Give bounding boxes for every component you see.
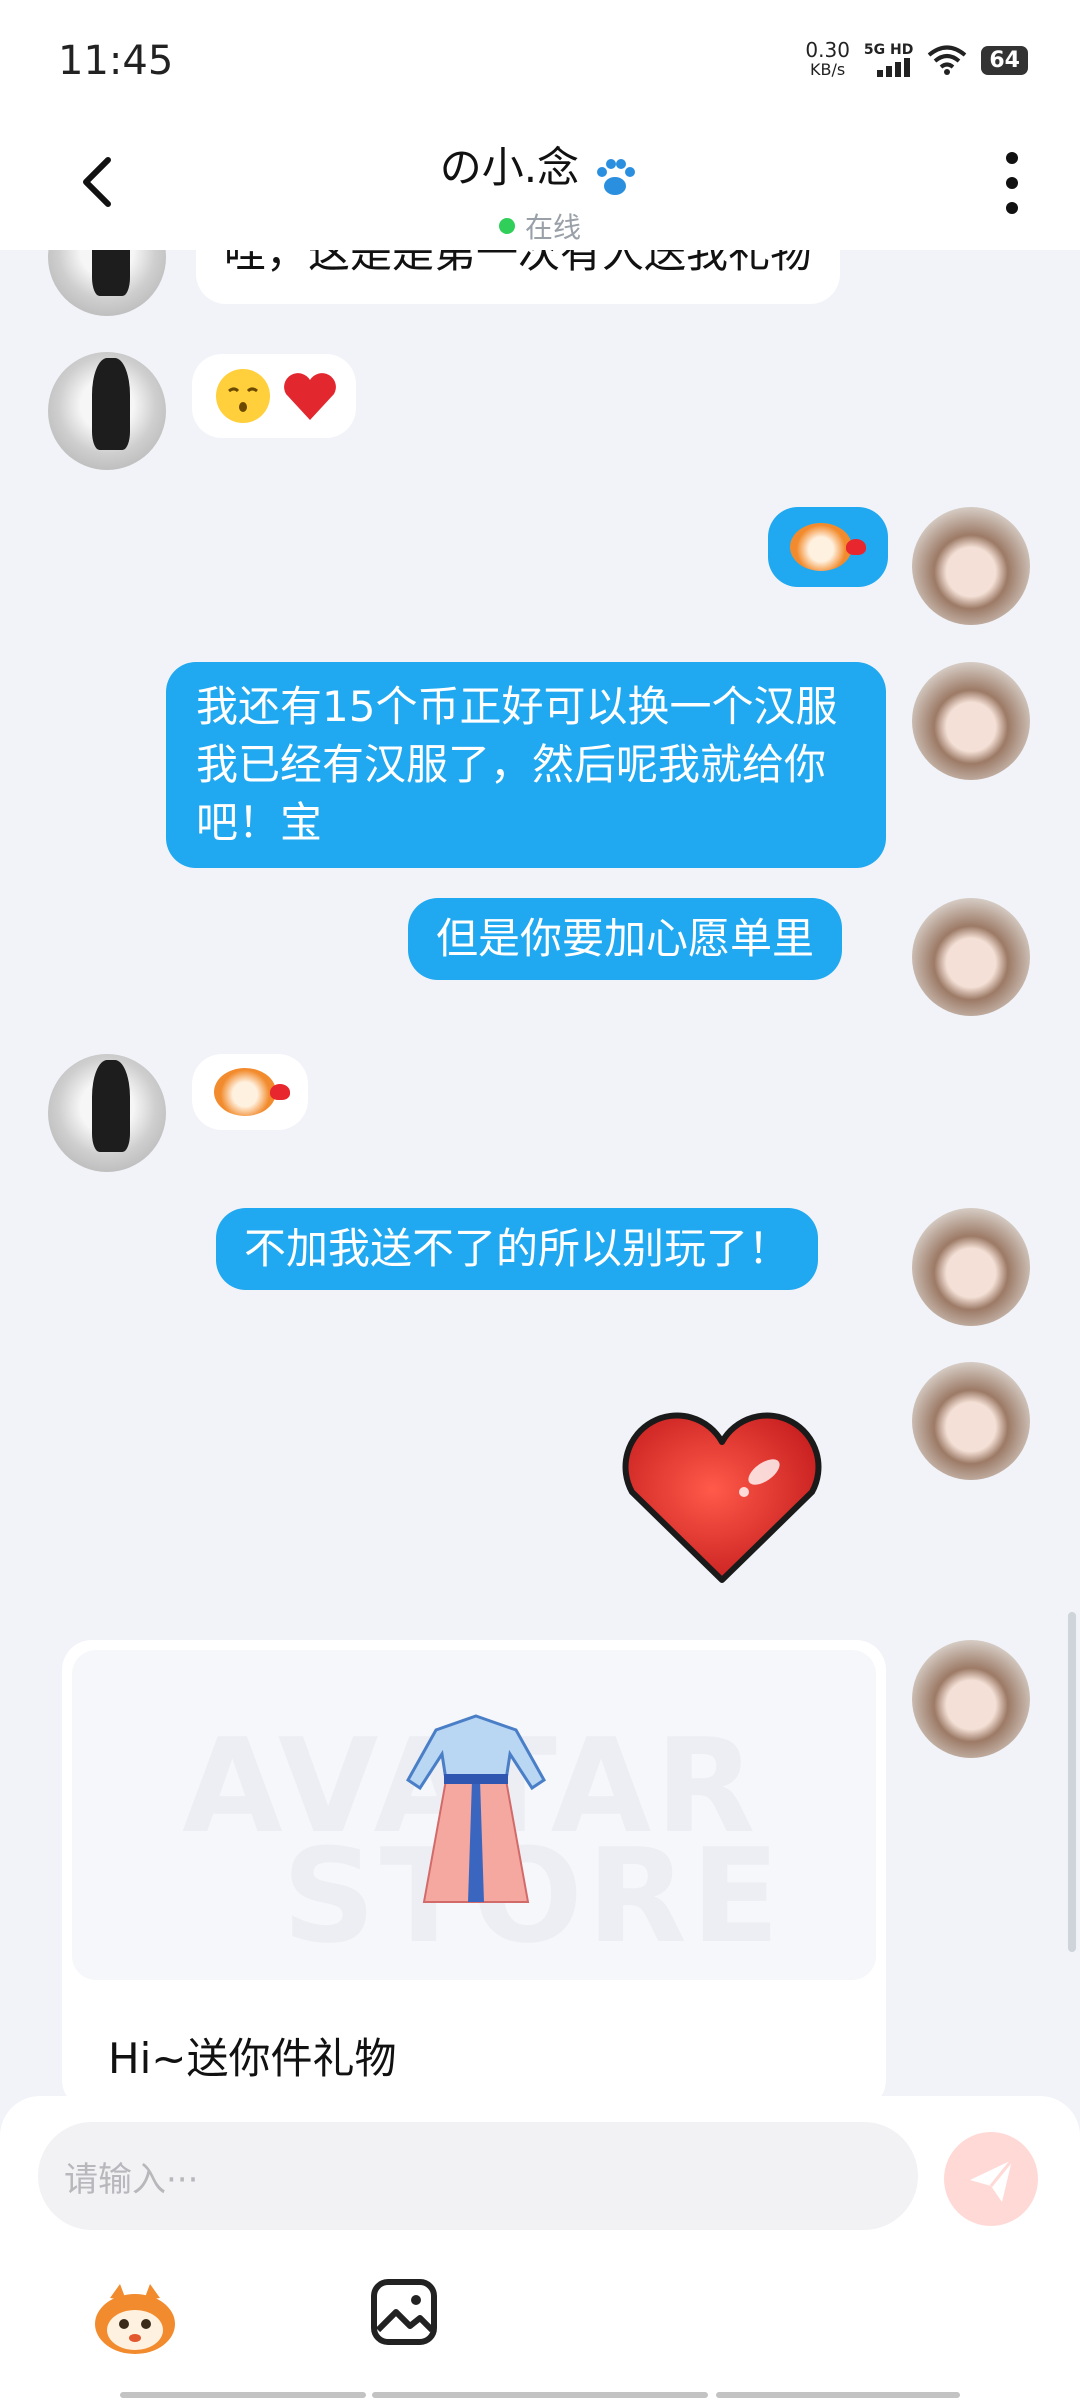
red-heart-emoji xyxy=(284,373,336,420)
message-bubble-sent[interactable] xyxy=(768,507,888,587)
presence-status: 在线 xyxy=(0,206,1080,246)
my-avatar[interactable] xyxy=(912,1208,1030,1326)
status-bar: 11:45 0.30 KB/s 5G HD 64 xyxy=(0,0,1080,120)
my-avatar[interactable] xyxy=(912,898,1030,1016)
status-icons: 0.30 KB/s 5G HD 64 xyxy=(805,40,1028,80)
my-avatar[interactable] xyxy=(912,507,1030,625)
my-avatar[interactable] xyxy=(912,662,1030,780)
contact-name: の小.念 xyxy=(439,143,580,192)
battery-icon: 64 xyxy=(981,45,1028,75)
network-type: 5G HD xyxy=(863,42,914,58)
message-text: 我还有15个币正好可以换一个汉服我已经有汉服了，然后呢我就给你吧！宝 xyxy=(196,682,838,847)
mascot-kiss-sticker xyxy=(214,1068,290,1116)
big-heart-sticker[interactable] xyxy=(612,1412,832,1592)
presence-label: 在线 xyxy=(524,210,581,244)
kissing-face-emoji xyxy=(216,369,270,423)
message-bubble-received[interactable] xyxy=(192,354,356,438)
message-text: 但是你要加心愿单里 xyxy=(436,914,815,963)
status-time: 11:45 xyxy=(58,38,174,84)
signal-icon: 5G HD xyxy=(864,43,913,77)
gesture-bar-center xyxy=(372,2392,708,2398)
contact-avatar[interactable] xyxy=(48,1054,166,1172)
sticker-mascot-icon[interactable] xyxy=(92,2280,178,2356)
gesture-bar-left xyxy=(120,2392,366,2398)
network-speed-unit: KB/s xyxy=(810,60,846,79)
image-icon[interactable] xyxy=(370,2278,438,2346)
my-avatar[interactable] xyxy=(912,1362,1030,1480)
my-avatar[interactable] xyxy=(912,1640,1030,1758)
gift-image: AVATAR STORE xyxy=(72,1650,876,1980)
wifi-icon xyxy=(928,45,967,75)
scrollbar[interactable] xyxy=(1068,1612,1076,1952)
gesture-bar-right xyxy=(716,2392,960,2398)
mascot-kiss-sticker xyxy=(790,523,866,571)
message-bubble-sent[interactable]: 但是你要加心愿单里 xyxy=(408,898,843,980)
chat-header: の小.念 在线 xyxy=(0,120,1080,250)
input-area: 请输入··· xyxy=(0,2096,1080,2408)
send-icon xyxy=(970,2159,1014,2202)
hanfu-dress-icon xyxy=(406,1714,546,1903)
chat-title: の小.念 在线 xyxy=(0,134,1080,246)
gift-card[interactable]: AVATAR STORE Hi~送你件礼物 xyxy=(62,1640,886,2110)
network-speed: 0.30 KB/s xyxy=(805,40,850,80)
message-bubble-sent[interactable]: 不加我送不了的所以别玩了！ xyxy=(216,1208,819,1290)
message-input[interactable]: 请输入··· xyxy=(38,2122,918,2230)
paw-icon xyxy=(597,158,636,195)
network-speed-value: 0.30 xyxy=(805,38,850,62)
contact-avatar[interactable] xyxy=(48,352,166,470)
message-bubble-sent[interactable]: 我还有15个币正好可以换一个汉服我已经有汉服了，然后呢我就给你吧！宝 xyxy=(166,662,886,868)
more-options-icon[interactable] xyxy=(1002,148,1022,218)
gift-message: Hi~送你件礼物 xyxy=(108,2034,397,2083)
message-bubble-received[interactable] xyxy=(192,1054,308,1130)
online-dot-icon xyxy=(498,217,515,234)
message-text: 不加我送不了的所以别玩了！ xyxy=(244,1224,791,1273)
send-button[interactable] xyxy=(944,2132,1038,2226)
input-placeholder: 请输入··· xyxy=(64,2160,199,2200)
